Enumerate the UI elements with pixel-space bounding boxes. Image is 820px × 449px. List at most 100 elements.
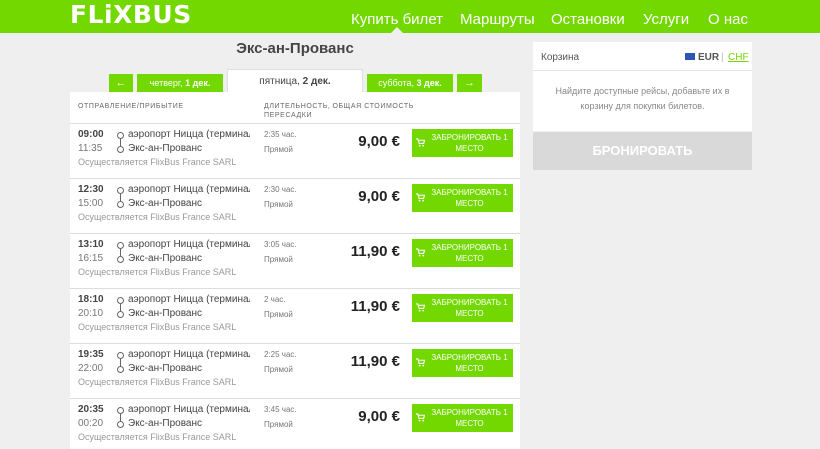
origin-dot-icon bbox=[117, 187, 124, 194]
flixbus-logo[interactable]: FLiXBUS bbox=[70, 1, 192, 29]
transfer-type: Прямой bbox=[264, 200, 293, 209]
day-next-date: 3 дек. bbox=[416, 78, 442, 88]
book-button[interactable]: Забронировать 1 место bbox=[412, 129, 513, 157]
book-button-label: Забронировать 1 место bbox=[431, 353, 508, 373]
currency-chf[interactable]: CHF bbox=[728, 52, 749, 63]
ride-row: 12:30 15:00 аэропорт Ницца (терминал 2) … bbox=[70, 178, 520, 233]
ride-row: 09:00 11:35 аэропорт Ницца (терминал 2) … bbox=[70, 123, 520, 178]
nav-about[interactable]: О нас bbox=[708, 0, 748, 33]
duration: 2:25 час. bbox=[264, 350, 297, 359]
col-header-transfers: пересадки bbox=[264, 112, 313, 119]
destination-stop[interactable]: Экс-ан-Прованс bbox=[128, 253, 202, 264]
route-line bbox=[120, 139, 121, 146]
day-prev-date: 1 дек. bbox=[185, 78, 211, 88]
operator-text: Осуществляется FlixBus France SARL bbox=[78, 212, 237, 222]
origin-stop[interactable]: аэропорт Ницца (терминал 2) bbox=[128, 129, 250, 140]
transfer-type: Прямой bbox=[264, 310, 293, 319]
book-button[interactable]: Забронировать 1 место bbox=[412, 404, 513, 432]
destination-dot-icon bbox=[117, 311, 124, 318]
operator-text: Осуществляется FlixBus France SARL bbox=[78, 377, 237, 387]
arrival-time: 15:00 bbox=[78, 198, 104, 209]
destination-dot-icon bbox=[117, 366, 124, 373]
transfer-type: Прямой bbox=[264, 365, 293, 374]
origin-dot-icon bbox=[117, 352, 124, 359]
top-header: FLiXBUS Купить билет Маршруты Остановки … bbox=[0, 0, 820, 33]
origin-dot-icon bbox=[117, 407, 124, 414]
origin-dot-icon bbox=[117, 132, 124, 139]
day-current-weekday: пятница, bbox=[259, 76, 300, 87]
arrival-time: 22:00 bbox=[78, 363, 104, 374]
destination-stop[interactable]: Экс-ан-Прованс bbox=[128, 308, 202, 319]
checkout-button[interactable]: Бронировать bbox=[533, 132, 752, 170]
cart-icon bbox=[416, 138, 425, 147]
ride-row: 18:10 20:10 аэропорт Ницца (терминал 2) … bbox=[70, 288, 520, 343]
price: 9,00 € bbox=[358, 188, 400, 205]
book-button-label: Забронировать 1 место bbox=[431, 298, 508, 318]
departure-time: 12:30 bbox=[78, 184, 104, 195]
book-button[interactable]: Забронировать 1 место bbox=[412, 184, 513, 212]
departure-time: 20:35 bbox=[78, 404, 104, 415]
cart-divider bbox=[533, 70, 752, 71]
cart-panel: Корзина EUR | CHF Найдите доступные рейс… bbox=[533, 42, 752, 131]
duration: 2:35 час. bbox=[264, 130, 297, 139]
origin-stop[interactable]: аэропорт Ницца (терминал 2) bbox=[128, 404, 250, 415]
departure-time: 09:00 bbox=[78, 129, 104, 140]
duration: 2 час. bbox=[264, 295, 286, 304]
arrival-time: 16:15 bbox=[78, 253, 104, 264]
price: 9,00 € bbox=[358, 133, 400, 150]
destination-stop[interactable]: Экс-ан-Прованс bbox=[128, 363, 202, 374]
next-day-arrow[interactable]: → bbox=[457, 74, 482, 92]
active-nav-indicator bbox=[391, 27, 403, 33]
transfer-type: Прямой bbox=[264, 145, 293, 154]
ride-row: 20:35 00:20 аэропорт Ницца (терминал 2) … bbox=[70, 398, 520, 449]
arrival-time: 11:35 bbox=[78, 143, 103, 154]
arrival-time: 20:10 bbox=[78, 308, 104, 319]
destination-stop[interactable]: Экс-ан-Прованс bbox=[128, 418, 202, 429]
origin-stop[interactable]: аэропорт Ницца (терминал 2) bbox=[128, 294, 250, 305]
price: 9,00 € bbox=[358, 408, 400, 425]
operator-text: Осуществляется FlixBus France SARL bbox=[78, 322, 237, 332]
currency-eur[interactable]: EUR bbox=[698, 52, 719, 63]
duration: 2:30 час. bbox=[264, 185, 297, 194]
ride-list: Отправление/прибытие Длительность, общая … bbox=[70, 92, 520, 449]
route-line bbox=[120, 304, 121, 311]
col-header-total-cost: общая стоимость bbox=[332, 103, 414, 110]
destination-dot-icon bbox=[117, 146, 124, 153]
book-button-label: Забронировать 1 место bbox=[431, 188, 508, 208]
currency-separator: | bbox=[721, 52, 724, 63]
operator-text: Осуществляется FlixBus France SARL bbox=[78, 157, 237, 167]
destination-title: Экс-ан-Прованс bbox=[236, 40, 354, 57]
origin-stop[interactable]: аэропорт Ницца (терминал 2) bbox=[128, 184, 250, 195]
col-header-duration: Длительность, общая стоимость пересадки bbox=[264, 102, 414, 120]
prev-day-arrow[interactable]: ← bbox=[109, 74, 133, 92]
origin-stop[interactable]: аэропорт Ницца (терминал 2) bbox=[128, 239, 250, 250]
day-current-date: 2 дек. bbox=[302, 76, 331, 87]
transfer-type: Прямой bbox=[264, 255, 293, 264]
price: 11,90 € bbox=[350, 298, 400, 315]
route-line bbox=[120, 194, 121, 201]
departure-time: 19:35 bbox=[78, 349, 104, 360]
day-tab-current[interactable]: пятница, 2 дек. bbox=[227, 69, 363, 93]
route-line bbox=[120, 359, 121, 366]
duration: 3:45 час. bbox=[264, 405, 297, 414]
nav-stops[interactable]: Остановки bbox=[551, 0, 625, 33]
operator-text: Осуществляется FlixBus France SARL bbox=[78, 432, 237, 442]
cart-title: Корзина bbox=[541, 52, 580, 63]
ride-row: 13:10 16:15 аэропорт Ницца (терминал 2) … bbox=[70, 233, 520, 288]
cart-icon bbox=[416, 358, 425, 367]
destination-dot-icon bbox=[117, 256, 124, 263]
destination-dot-icon bbox=[117, 201, 124, 208]
day-tab-prev[interactable]: четверг, 1 дек. bbox=[137, 74, 223, 92]
book-button[interactable]: Забронировать 1 место bbox=[412, 294, 513, 322]
nav-routes[interactable]: Маршруты bbox=[460, 0, 535, 33]
book-button[interactable]: Забронировать 1 место bbox=[412, 349, 513, 377]
day-tab-next[interactable]: суббота, 3 дек. bbox=[367, 74, 453, 92]
book-button[interactable]: Забронировать 1 место bbox=[412, 239, 513, 267]
arrival-time: 00:20 bbox=[78, 418, 104, 429]
col-header-duration-text: Длительность, bbox=[264, 103, 331, 110]
route-line bbox=[120, 414, 121, 421]
destination-stop[interactable]: Экс-ан-Прованс bbox=[128, 198, 202, 209]
destination-stop[interactable]: Экс-ан-Прованс bbox=[128, 143, 202, 154]
origin-stop[interactable]: аэропорт Ницца (терминал 2) bbox=[128, 349, 250, 360]
nav-services[interactable]: Услуги bbox=[643, 0, 689, 33]
